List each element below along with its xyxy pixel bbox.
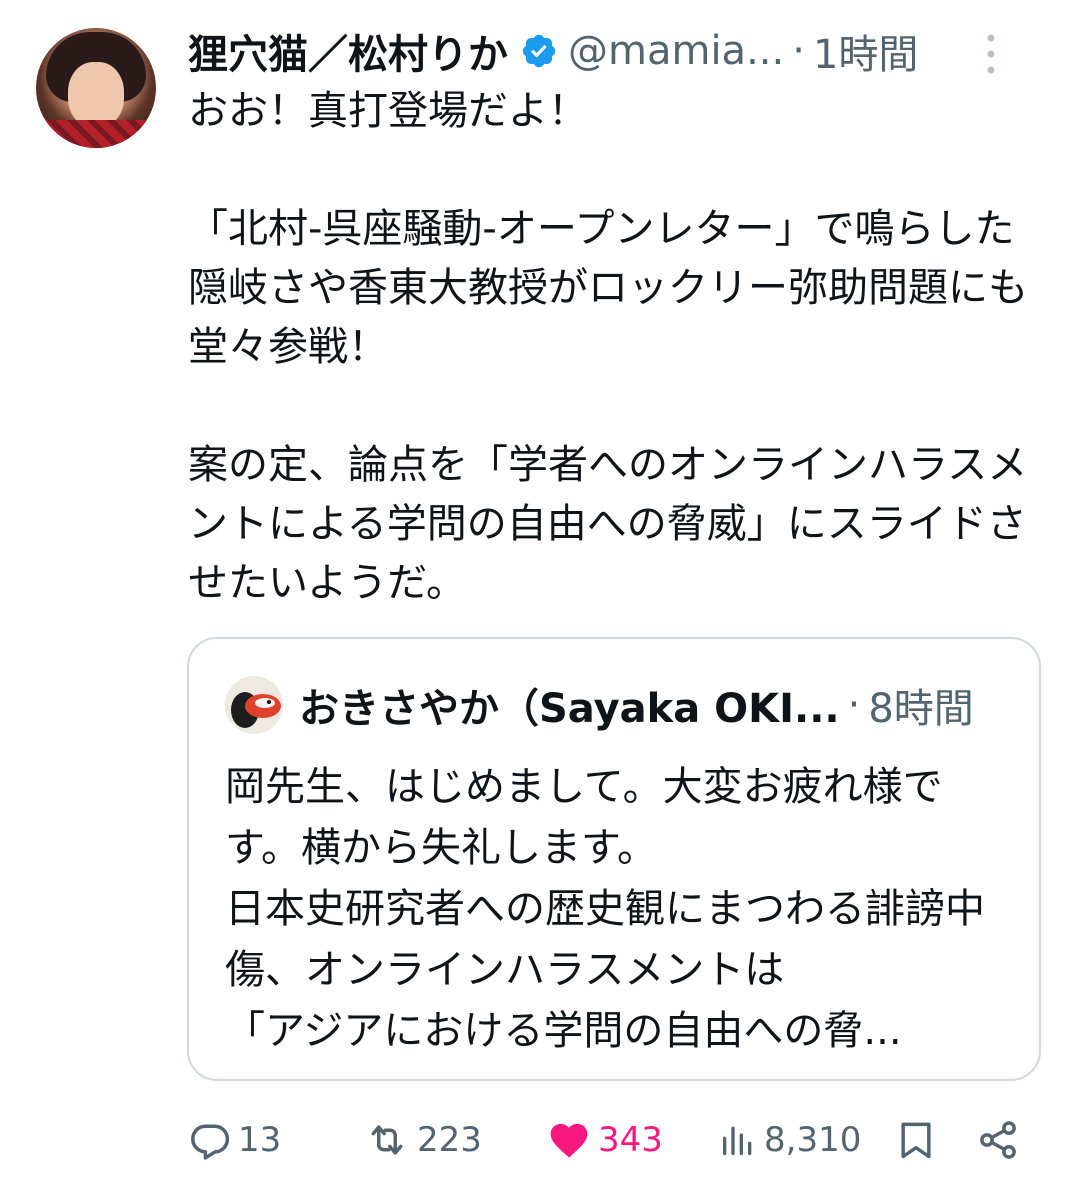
quoted-author-avatar[interactable]	[225, 676, 283, 734]
tweet-card[interactable]: 狸穴猫／松村りか @mamia... · 1時間 おお！真打登場だよ！ 「北村-…	[0, 0, 1080, 1177]
quoted-separator-dot: ·	[847, 682, 861, 728]
share-icon	[980, 1121, 1016, 1159]
reply-count: 13	[238, 1120, 282, 1160]
repost-icon	[371, 1125, 403, 1155]
quoted-timestamp[interactable]: 8時間	[868, 676, 973, 734]
more-vertical-icon[interactable]	[984, 32, 998, 76]
like-button[interactable]: 343	[546, 1110, 663, 1170]
like-count: 343	[598, 1120, 663, 1160]
views-button[interactable]: 8,310	[718, 1110, 861, 1170]
view-count: 8,310	[764, 1120, 862, 1160]
author-handle[interactable]: @mamia...	[568, 28, 784, 74]
author-display-name[interactable]: 狸穴猫／松村りか	[188, 22, 508, 80]
repost-count: 223	[417, 1120, 482, 1160]
reply-icon	[191, 1124, 230, 1160]
repost-button[interactable]: 223	[363, 1110, 482, 1170]
tweet-header: 狸穴猫／松村りか @mamia... · 1時間	[188, 22, 1048, 80]
heart-filled-icon	[550, 1123, 588, 1158]
quoted-tweet[interactable]: おきさやか（Sayaka OKI... · 8時間 岡先生、はじめまして。大変お…	[187, 637, 1041, 1081]
action-bar: 13 223 343 8,310	[188, 1110, 1038, 1170]
quoted-author-name[interactable]: おきさやか（Sayaka OKI...	[299, 676, 840, 734]
views-chart-icon	[723, 1126, 752, 1155]
verified-badge-icon	[522, 34, 556, 68]
author-avatar[interactable]	[36, 28, 156, 148]
post-timestamp[interactable]: 1時間	[813, 22, 918, 80]
reply-button[interactable]: 13	[188, 1110, 281, 1170]
separator-dot: ·	[792, 28, 805, 74]
bookmark-button[interactable]	[894, 1110, 938, 1170]
quoted-tweet-text: 岡先生、はじめまして。大変お疲れ様です。横から失礼します。 日本史研究者への歴史…	[225, 764, 985, 1054]
quoted-tweet-header: おきさやか（Sayaka OKI... · 8時間	[225, 675, 1009, 735]
bookmark-icon	[901, 1122, 931, 1159]
tweet-text: おお！真打登場だよ！ 「北村-呉座騒動-オープンレター」で鳴らした隠岐さや香東大…	[188, 88, 1028, 606]
share-button[interactable]	[976, 1110, 1020, 1170]
